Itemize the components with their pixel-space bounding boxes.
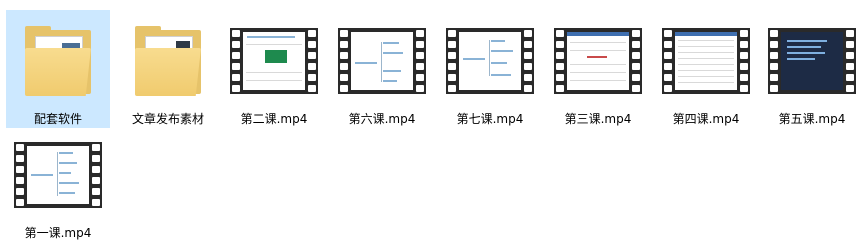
file-name: 文章发布素材 xyxy=(131,112,204,126)
video-item-7[interactable]: 第四课.mp4 xyxy=(654,10,758,128)
video-thumbnail-icon xyxy=(330,20,434,102)
video-thumbnail-icon xyxy=(546,20,650,102)
video-item-9[interactable]: 第一课.mp4 xyxy=(6,124,110,242)
video-item-5[interactable]: 第七课.mp4 xyxy=(438,10,542,128)
video-item-6[interactable]: 第三课.mp4 xyxy=(546,10,650,128)
folder-icon xyxy=(116,20,220,102)
file-name: 第七课.mp4 xyxy=(456,112,524,126)
file-name: 第二课.mp4 xyxy=(240,112,308,126)
video-thumbnail-icon xyxy=(760,20,864,102)
video-item-8[interactable]: 第五课.mp4 xyxy=(760,10,864,128)
folder-item-2[interactable]: 文章发布素材 xyxy=(116,10,220,128)
file-name: 第五课.mp4 xyxy=(778,112,846,126)
file-name: 第一课.mp4 xyxy=(24,226,92,240)
folder-icon xyxy=(6,20,110,102)
file-name: 第六课.mp4 xyxy=(348,112,416,126)
file-name: 第四课.mp4 xyxy=(672,112,740,126)
video-item-4[interactable]: 第六课.mp4 xyxy=(330,10,434,128)
video-thumbnail-icon xyxy=(6,134,110,216)
folder-item-1[interactable]: 配套软件 xyxy=(6,10,110,128)
video-thumbnail-icon xyxy=(654,20,758,102)
file-name: 第三课.mp4 xyxy=(564,112,632,126)
video-thumbnail-icon xyxy=(222,20,326,102)
video-item-3[interactable]: 第二课.mp4 xyxy=(222,10,326,128)
video-thumbnail-icon xyxy=(438,20,542,102)
